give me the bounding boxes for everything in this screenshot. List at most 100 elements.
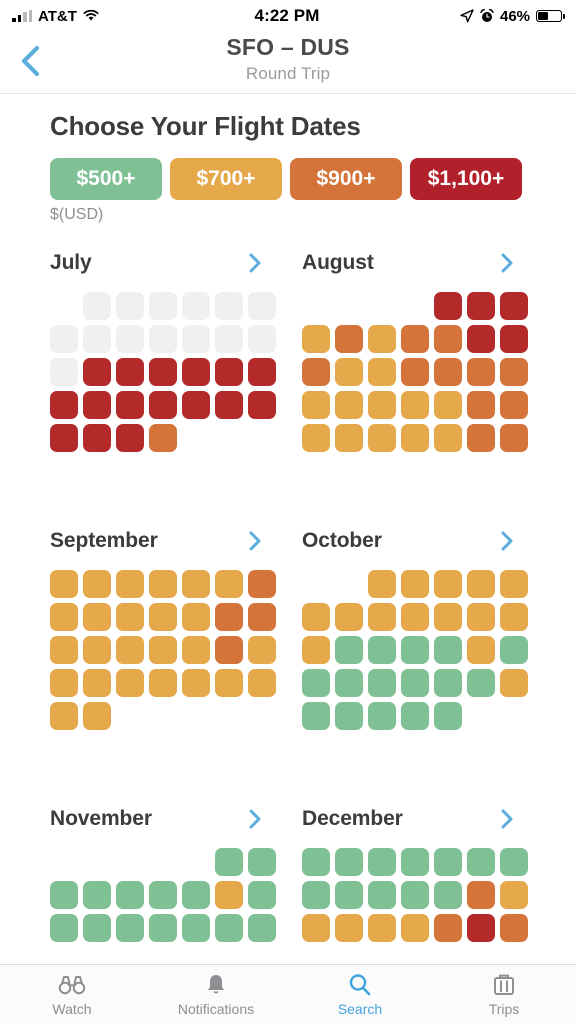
day-cell[interactable]	[368, 669, 396, 697]
month-header[interactable]: December	[302, 804, 514, 834]
day-cell[interactable]	[149, 669, 177, 697]
day-cell[interactable]	[182, 292, 210, 320]
price-legend-chip[interactable]: $700+	[170, 158, 282, 200]
day-cell[interactable]	[50, 424, 78, 452]
day-cell[interactable]	[149, 570, 177, 598]
day-cell[interactable]	[434, 881, 462, 909]
day-cell[interactable]	[182, 636, 210, 664]
day-cell[interactable]	[50, 636, 78, 664]
day-cell[interactable]	[335, 636, 363, 664]
day-cell[interactable]	[500, 669, 528, 697]
day-cell[interactable]	[215, 292, 243, 320]
day-cell[interactable]	[335, 391, 363, 419]
day-cell[interactable]	[302, 848, 330, 876]
day-cell[interactable]	[467, 636, 495, 664]
day-cell[interactable]	[401, 669, 429, 697]
day-cell[interactable]	[302, 391, 330, 419]
day-cell[interactable]	[368, 881, 396, 909]
day-cell[interactable]	[368, 603, 396, 631]
day-cell[interactable]	[50, 702, 78, 730]
day-cell[interactable]	[83, 914, 111, 942]
day-cell[interactable]	[182, 603, 210, 631]
day-cell[interactable]	[368, 391, 396, 419]
day-cell[interactable]	[83, 325, 111, 353]
day-cell[interactable]	[83, 702, 111, 730]
day-cell[interactable]	[368, 325, 396, 353]
day-cell[interactable]	[83, 669, 111, 697]
day-cell[interactable]	[368, 358, 396, 386]
month-header[interactable]: October	[302, 526, 514, 556]
day-cell[interactable]	[335, 603, 363, 631]
day-cell[interactable]	[116, 358, 144, 386]
day-cell[interactable]	[215, 603, 243, 631]
day-cell[interactable]	[182, 914, 210, 942]
day-cell[interactable]	[182, 358, 210, 386]
day-cell[interactable]	[467, 358, 495, 386]
day-cell[interactable]	[248, 570, 276, 598]
month-header[interactable]: November	[50, 804, 262, 834]
day-cell[interactable]	[467, 603, 495, 631]
day-cell[interactable]	[248, 881, 276, 909]
chevron-right-icon[interactable]	[500, 808, 514, 830]
day-cell[interactable]	[83, 424, 111, 452]
day-cell[interactable]	[467, 292, 495, 320]
day-cell[interactable]	[302, 358, 330, 386]
day-cell[interactable]	[467, 914, 495, 942]
day-cell[interactable]	[302, 325, 330, 353]
day-cell[interactable]	[467, 391, 495, 419]
day-cell[interactable]	[335, 358, 363, 386]
day-cell[interactable]	[368, 702, 396, 730]
day-cell[interactable]	[467, 881, 495, 909]
day-cell[interactable]	[434, 702, 462, 730]
day-cell[interactable]	[500, 914, 528, 942]
day-cell[interactable]	[83, 391, 111, 419]
day-cell[interactable]	[467, 848, 495, 876]
day-cell[interactable]	[50, 603, 78, 631]
day-cell[interactable]	[434, 669, 462, 697]
day-cell[interactable]	[248, 391, 276, 419]
day-cell[interactable]	[467, 570, 495, 598]
month-header[interactable]: August	[302, 248, 514, 278]
month-header[interactable]: September	[50, 526, 262, 556]
day-cell[interactable]	[467, 424, 495, 452]
day-cell[interactable]	[215, 391, 243, 419]
day-cell[interactable]	[500, 881, 528, 909]
day-cell[interactable]	[302, 669, 330, 697]
chevron-right-icon[interactable]	[248, 808, 262, 830]
day-cell[interactable]	[467, 325, 495, 353]
day-cell[interactable]	[401, 358, 429, 386]
day-cell[interactable]	[50, 325, 78, 353]
day-cell[interactable]	[248, 603, 276, 631]
day-cell[interactable]	[434, 424, 462, 452]
day-cell[interactable]	[248, 669, 276, 697]
chevron-right-icon[interactable]	[248, 252, 262, 274]
day-cell[interactable]	[434, 325, 462, 353]
day-cell[interactable]	[116, 391, 144, 419]
day-cell[interactable]	[401, 424, 429, 452]
day-cell[interactable]	[500, 292, 528, 320]
day-cell[interactable]	[368, 914, 396, 942]
day-cell[interactable]	[302, 424, 330, 452]
day-cell[interactable]	[215, 570, 243, 598]
day-cell[interactable]	[500, 603, 528, 631]
day-cell[interactable]	[116, 424, 144, 452]
day-cell[interactable]	[500, 391, 528, 419]
chevron-right-icon[interactable]	[248, 530, 262, 552]
day-cell[interactable]	[335, 702, 363, 730]
day-cell[interactable]	[500, 424, 528, 452]
tab-watch[interactable]: Watch	[0, 965, 144, 1024]
day-cell[interactable]	[149, 325, 177, 353]
day-cell[interactable]	[215, 669, 243, 697]
month-header[interactable]: July	[50, 248, 262, 278]
day-cell[interactable]	[50, 881, 78, 909]
day-cell[interactable]	[83, 603, 111, 631]
day-cell[interactable]	[248, 914, 276, 942]
day-cell[interactable]	[149, 292, 177, 320]
day-cell[interactable]	[149, 358, 177, 386]
day-cell[interactable]	[215, 914, 243, 942]
day-cell[interactable]	[368, 636, 396, 664]
day-cell[interactable]	[368, 848, 396, 876]
day-cell[interactable]	[335, 325, 363, 353]
day-cell[interactable]	[467, 669, 495, 697]
day-cell[interactable]	[401, 603, 429, 631]
